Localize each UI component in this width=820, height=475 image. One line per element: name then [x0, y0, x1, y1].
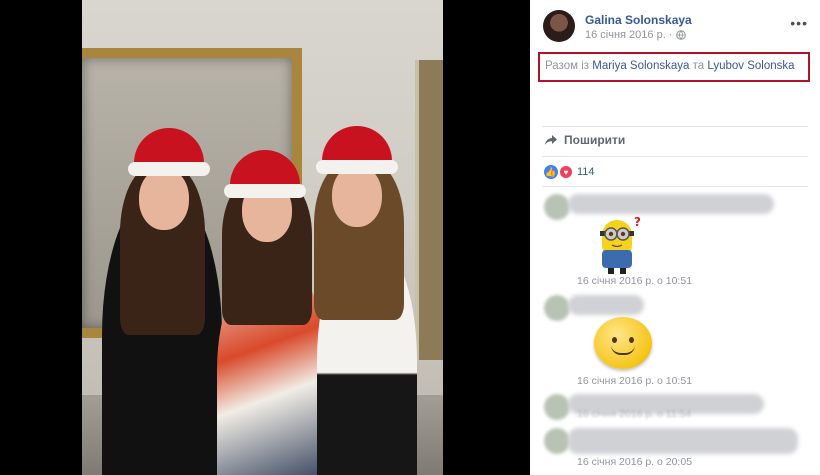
comment: ? 16 січня 2016 р. о 10:51 — [544, 194, 814, 287]
commenter-avatar[interactable] — [544, 428, 570, 454]
santa-hat — [316, 126, 398, 174]
post-sidebar: Galina Solonskaya 16 січня 2016 р. · •••… — [530, 0, 820, 475]
comment: 16 січня 2016 р. о 20:05 — [544, 428, 814, 468]
commenter-avatar[interactable] — [544, 295, 570, 321]
smiley-sticker — [594, 317, 652, 369]
post-meta: 16 січня 2016 р. · — [585, 29, 687, 41]
blurred-comment — [568, 428, 798, 454]
smiley-eye — [612, 337, 617, 343]
blurred-comment-header — [568, 295, 644, 315]
svg-text:?: ? — [634, 216, 640, 229]
tagged-person-link[interactable]: Mariya Solonskaya — [592, 60, 689, 72]
comment: 16 січня 2016 р. о 10:51 — [544, 295, 814, 387]
tagged-person-link[interactable]: Lyubov Solonska — [707, 60, 794, 72]
globe-icon — [676, 30, 687, 40]
blurred-comment-header — [568, 194, 774, 214]
share-icon — [545, 135, 557, 145]
tag-prefix: Разом із — [545, 60, 590, 72]
comment-timestamp[interactable]: 16 січня 2016 р. о 10:51 — [577, 375, 692, 387]
more-options-button[interactable]: ••• — [790, 16, 808, 30]
smiley-eye — [629, 337, 634, 343]
photo-theater: Galina Solonskaya 16 січня 2016 р. · •••… — [0, 0, 820, 475]
share-label: Поширити — [564, 133, 626, 147]
reaction-count[interactable]: 114 — [577, 166, 595, 178]
tagged-people: Разом із Mariya Solonskaya та Lyubov Sol… — [538, 52, 810, 82]
comment-timestamp[interactable]: 16 січня 2016 р. о 20:05 — [577, 456, 692, 468]
post-date[interactable]: 16 січня 2016 р. · — [585, 29, 672, 41]
share-button[interactable]: Поширити — [544, 133, 625, 147]
comment-timestamp[interactable]: 16 січня 2016 р. о 10:51 — [577, 275, 692, 287]
post-header: Galina Solonskaya 16 січня 2016 р. · ••• — [530, 0, 820, 46]
love-reaction-icon: ♥ — [559, 165, 573, 179]
minion-sticker: ? — [600, 216, 640, 274]
divider — [542, 126, 808, 127]
tag-joiner: та — [692, 60, 705, 72]
commenter-avatar[interactable] — [544, 194, 570, 220]
comment: 16 січня 2016 р. о 11:54 — [544, 394, 814, 424]
author-name[interactable]: Galina Solonskaya — [585, 13, 692, 27]
author-avatar[interactable] — [543, 10, 575, 42]
divider — [542, 186, 808, 187]
comment-timestamp[interactable]: 16 січня 2016 р. о 11:54 — [577, 408, 691, 420]
smiley-mouth — [611, 345, 635, 355]
face — [139, 168, 189, 230]
post-photo[interactable] — [82, 0, 443, 475]
divider — [542, 156, 808, 157]
commenter-avatar[interactable] — [544, 394, 570, 420]
reactions-summary[interactable]: 👍 ♥ 114 — [544, 165, 595, 179]
face — [332, 165, 382, 227]
photo-stage[interactable] — [0, 0, 530, 475]
door — [415, 60, 443, 360]
like-reaction-icon: 👍 — [544, 165, 558, 179]
